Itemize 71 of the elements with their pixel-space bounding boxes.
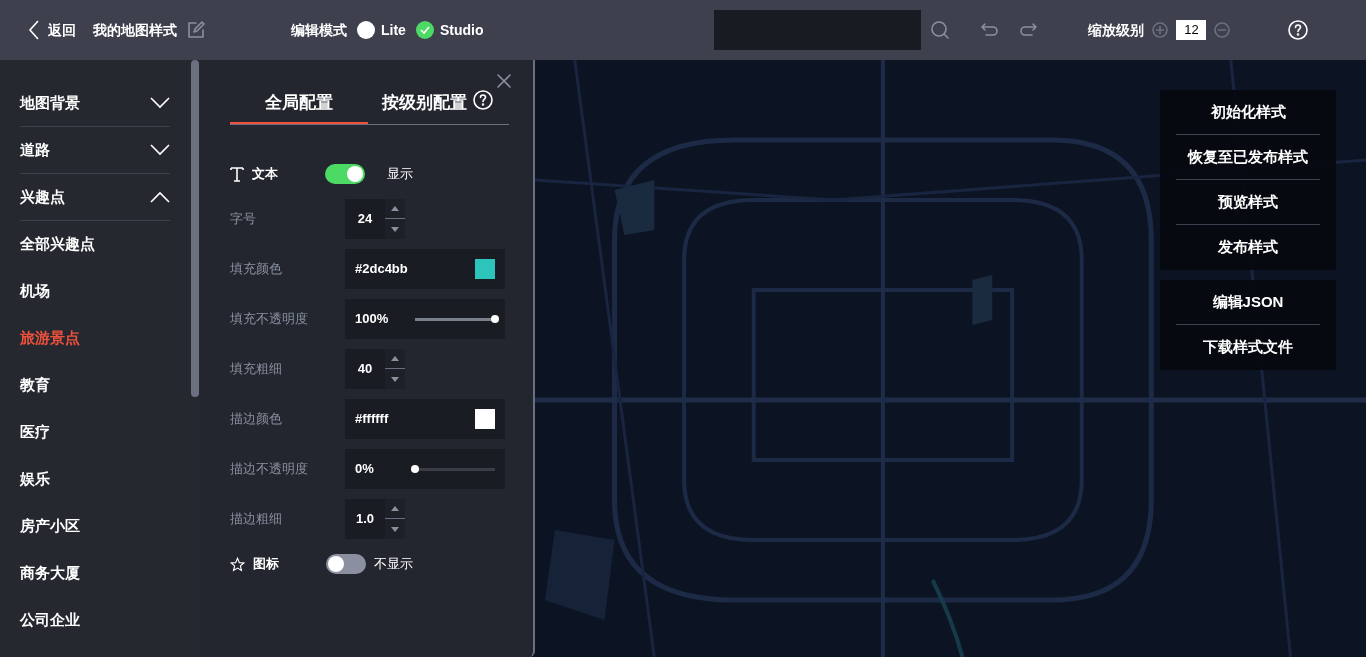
- action-button[interactable]: 初始化样式: [1176, 90, 1320, 135]
- field-label: 填充粗细: [230, 360, 283, 379]
- poi-item[interactable]: 教育: [0, 362, 190, 409]
- action-button[interactable]: 下载样式文件: [1176, 325, 1320, 370]
- check-icon: [415, 21, 434, 39]
- number-field[interactable]: 24: [345, 199, 385, 239]
- style-title: 我的地图样式: [93, 20, 177, 40]
- field-label: 字号: [230, 210, 257, 229]
- field-label: 填充不透明度: [230, 310, 309, 329]
- search-icon[interactable]: [930, 20, 951, 40]
- poi-item[interactable]: 房产小区: [0, 503, 190, 550]
- chevron-icon: [150, 97, 170, 109]
- number-field[interactable]: 40: [345, 349, 385, 389]
- color-field[interactable]: #2dc4bb: [345, 249, 505, 289]
- action-button[interactable]: 恢复至已发布样式: [1176, 135, 1320, 180]
- action-button[interactable]: 发布样式: [1176, 225, 1320, 270]
- action-button[interactable]: 预览样式: [1176, 180, 1320, 225]
- field-label: 描边颜色: [230, 410, 283, 429]
- sidebar-scrollbar[interactable]: [190, 60, 200, 657]
- mode-radio[interactable]: Studio: [415, 19, 484, 41]
- section-label: 图标: [253, 555, 280, 574]
- opacity-value: 100%: [355, 310, 390, 329]
- config-tab[interactable]: 按级别配置: [368, 90, 506, 124]
- poi-item[interactable]: 旅游景点: [0, 315, 190, 362]
- help-icon[interactable]: [472, 90, 493, 110]
- redo-icon[interactable]: [1018, 22, 1039, 38]
- down-arrow-icon: [391, 226, 399, 232]
- number-field[interactable]: 1.0: [345, 499, 385, 539]
- down-arrow-icon: [391, 376, 399, 382]
- color-swatch[interactable]: [475, 259, 495, 279]
- opacity-value: 0%: [355, 460, 375, 479]
- poi-item[interactable]: 全部兴趣点: [0, 221, 190, 268]
- search-field[interactable]: [714, 10, 922, 50]
- poi-item[interactable]: 机场: [0, 268, 190, 315]
- category-item[interactable]: 地图背景: [20, 80, 170, 127]
- up-arrow-icon: [391, 356, 399, 361]
- poi-item[interactable]: 商务大厦: [0, 550, 190, 597]
- undo-icon[interactable]: [980, 22, 1001, 38]
- chevron-icon: [150, 191, 170, 203]
- toggle-label: 不显示: [374, 555, 413, 574]
- chevron-icon: [150, 144, 170, 156]
- up-arrow-icon: [391, 506, 399, 511]
- star-icon: [230, 556, 245, 572]
- poi-item[interactable]: 娱乐: [0, 456, 190, 503]
- category-item[interactable]: 道路: [20, 127, 170, 174]
- close-icon[interactable]: [497, 74, 511, 88]
- toggle-switch[interactable]: [325, 164, 365, 184]
- toggle-switch[interactable]: [326, 554, 366, 574]
- field-label: 描边不透明度: [230, 460, 309, 479]
- edit-icon[interactable]: [187, 21, 205, 39]
- color-field[interactable]: #ffffff: [345, 399, 505, 439]
- poi-item[interactable]: 公司企业: [0, 597, 190, 644]
- text-icon: [230, 166, 244, 182]
- poi-item[interactable]: 医疗: [0, 409, 190, 456]
- field-label: 描边粗细: [230, 510, 283, 529]
- down-arrow-icon: [391, 526, 399, 532]
- up-arrow-icon: [391, 206, 399, 211]
- zoom-label: 缩放级别: [1088, 20, 1145, 40]
- zoom-level-field[interactable]: 12: [1176, 20, 1207, 40]
- field-label: 填充颜色: [230, 260, 283, 279]
- action-button[interactable]: 编辑JSON: [1176, 280, 1320, 325]
- help-icon[interactable]: [1288, 20, 1309, 40]
- toggle-label: 显示: [387, 165, 413, 184]
- color-swatch[interactable]: [475, 409, 495, 429]
- mode-radio[interactable]: Lite: [357, 19, 406, 41]
- back-icon: [28, 20, 40, 40]
- config-tab[interactable]: 全局配置: [230, 90, 368, 124]
- category-item[interactable]: 兴趣点: [20, 174, 170, 221]
- section-label: 文本: [252, 165, 279, 184]
- back-button[interactable]: 返回: [28, 19, 76, 41]
- mode-label: 编辑模式: [291, 20, 347, 40]
